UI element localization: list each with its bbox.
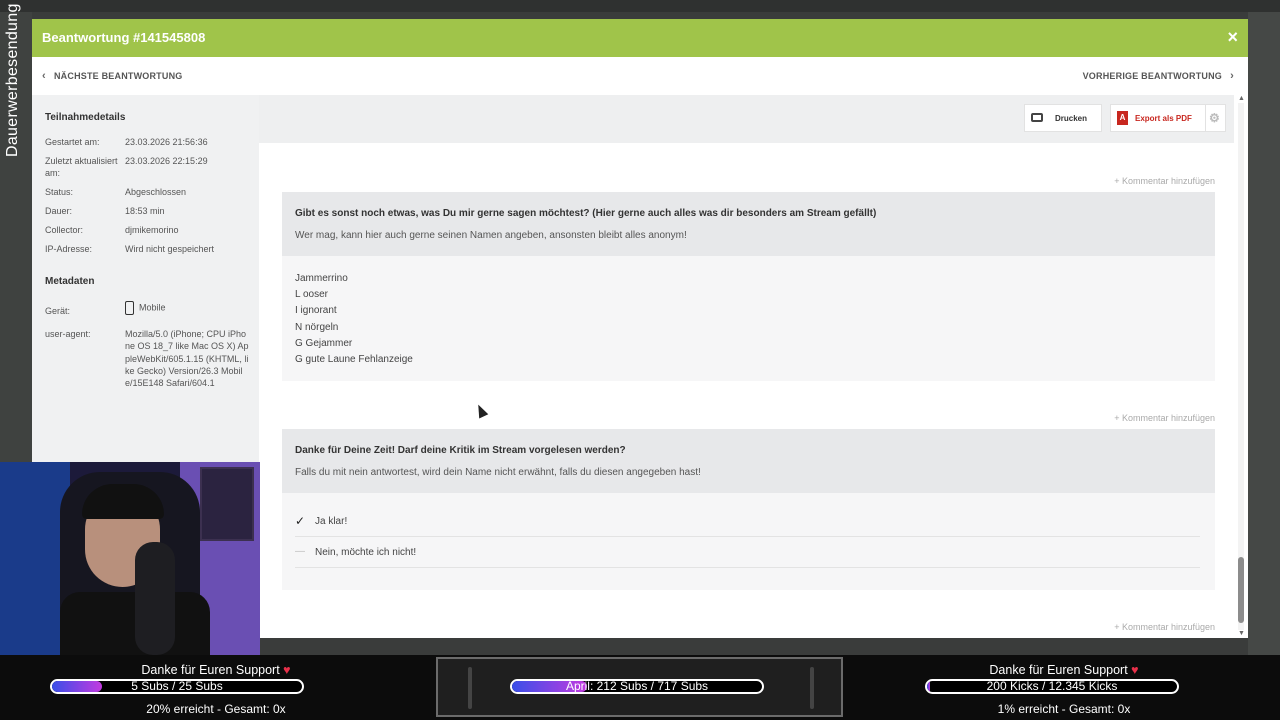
- answer-line: N nörgeln: [295, 322, 339, 333]
- duration-value: 18:53 min: [125, 206, 165, 216]
- support-title-right-text: Danke für Euren Support: [989, 663, 1128, 677]
- kicks-progress-footer: 1% erreicht - Gesamt: 0x: [997, 702, 1131, 716]
- answer-line: I ignorant: [295, 305, 337, 316]
- gear-icon: ⚙: [1209, 111, 1220, 125]
- metadata-heading: Metadaten: [45, 276, 95, 287]
- option-label-no: Nein, möchte ich nicht!: [315, 547, 417, 558]
- content-toolbar: Drucken A Export als PDF ⚙: [259, 95, 1234, 143]
- add-comment-link-1[interactable]: + Kommentar hinzufügen: [1114, 176, 1215, 186]
- support-goal-right: Danke für Euren Support ♥ 200 Kicks / 12…: [848, 655, 1280, 720]
- dauerwerbesendung-label: Dauerwerbesendung: [4, 3, 21, 157]
- export-settings-button[interactable]: ⚙: [1206, 104, 1226, 132]
- chevron-right-icon: ›: [1230, 70, 1234, 82]
- response-navigation: ‹ NÄCHSTE BEANTWORTUNG VORHERIGE BEANTWO…: [32, 57, 1248, 95]
- answer-box-2: ✓ Ja klar! — Nein, möchte ich nicht!: [282, 493, 1215, 590]
- updated-label: Zuletzt aktualisiert am:: [45, 156, 118, 178]
- webcam-person-cap: [82, 484, 164, 519]
- collector-value: djmikemorino: [125, 225, 179, 235]
- scroll-thumb[interactable]: [1238, 557, 1244, 623]
- background-topbar: [0, 0, 1280, 12]
- kicks-progress-text: 200 Kicks / 12.345 Kicks: [986, 679, 1118, 693]
- support-title-left-text: Danke für Euren Support: [141, 663, 280, 677]
- add-comment-link-3[interactable]: + Kommentar hinzufügen: [1114, 622, 1215, 632]
- background-right-strip: [1248, 12, 1280, 655]
- status-label: Status:: [45, 187, 74, 197]
- device-value-text: Mobile: [139, 302, 166, 313]
- monthly-progress-bar: April: 212 Subs / 717 Subs: [510, 679, 764, 694]
- scroll-up-icon[interactable]: ▲: [1238, 95, 1245, 102]
- response-content: Drucken A Export als PDF ⚙ + Kommentar h…: [259, 95, 1248, 638]
- answer-line: G Gejammer: [295, 338, 353, 349]
- ip-label: IP-Adresse:: [45, 244, 93, 254]
- subs-progress-bar: 5 Subs / 25 Subs: [50, 679, 304, 694]
- question-title-2: Danke für Deine Zeit! Darf deine Kritik …: [295, 445, 626, 456]
- answer-box-1: Jammerrino L ooser I ignorant N nörgeln …: [282, 256, 1215, 381]
- useragent-value: Mozilla/5.0 (iPhone; CPU iPhone OS 18_7 …: [125, 329, 249, 389]
- question-subtitle-1: Wer mag, kann hier auch gerne seinen Nam…: [295, 230, 687, 241]
- subs-progress-text: 5 Subs / 25 Subs: [131, 679, 223, 693]
- webcam-feed: [0, 462, 260, 655]
- support-goal-left: Danke für Euren Support ♥ 5 Subs / 25 Su…: [0, 655, 432, 720]
- status-value: Abgeschlossen: [125, 187, 187, 197]
- started-value: 23.03.2026 21:56:36: [125, 137, 208, 147]
- support-title-left: Danke für Euren Support ♥: [0, 663, 432, 677]
- previous-response-label: VORHERIGE BEANTWORTUNG: [1082, 71, 1223, 81]
- webcam-microphone: [135, 542, 175, 655]
- decor-stick-left: [468, 667, 472, 709]
- participation-heading: Teilnahmedetails: [45, 112, 126, 123]
- support-title-right: Danke für Euren Support ♥: [848, 663, 1280, 677]
- started-label: Gestartet am:: [45, 137, 100, 147]
- chevron-left-icon: ‹: [42, 70, 46, 82]
- useragent-label: user-agent:: [45, 329, 91, 339]
- content-scrollbar[interactable]: ▲ ▼: [1238, 95, 1245, 638]
- monthly-goal-panel: April: 212 Subs / 717 Subs: [436, 657, 843, 717]
- heart-icon: ♥: [283, 663, 291, 677]
- modal-title: Beantwortung #141545808: [42, 30, 206, 45]
- print-label: Drucken: [1055, 114, 1088, 123]
- print-button[interactable]: Drucken: [1024, 104, 1102, 132]
- question-header-1: Gibt es sonst noch etwas, was Du mir ger…: [282, 192, 1215, 256]
- add-comment-link-2[interactable]: + Kommentar hinzufügen: [1114, 413, 1215, 423]
- device-label: Gerät:: [45, 306, 71, 316]
- duration-label: Dauer:: [45, 206, 73, 216]
- answer-line: G gute Laune Fehlanzeige: [295, 354, 413, 365]
- answer-line: L ooser: [295, 289, 328, 300]
- scroll-down-icon[interactable]: ▼: [1238, 630, 1245, 637]
- mobile-phone-icon: [125, 301, 134, 315]
- kicks-progress-bar: 200 Kicks / 12.345 Kicks: [925, 679, 1179, 694]
- dash-icon: —: [295, 546, 305, 557]
- ip-value: Wird nicht gespeichert: [125, 244, 215, 254]
- question-title-1: Gibt es sonst noch etwas, was Du mir ger…: [295, 208, 877, 219]
- answer-option-no: — Nein, möchte ich nicht!: [295, 537, 1200, 568]
- stream-overlay: Danke für Euren Support ♥ 5 Subs / 25 Su…: [0, 655, 1280, 720]
- scroll-track[interactable]: [1238, 103, 1244, 630]
- question-subtitle-2: Falls du mit nein antwortest, wird dein …: [295, 467, 701, 478]
- webcam-wall-picture: [200, 467, 254, 541]
- answer-line: Jammerrino: [295, 273, 348, 284]
- pdf-icon: A: [1117, 111, 1128, 125]
- close-button[interactable]: ×: [1227, 28, 1238, 46]
- question-header-2: Danke für Deine Zeit! Darf deine Kritik …: [282, 429, 1215, 493]
- decor-stick-right: [810, 667, 814, 709]
- export-pdf-button[interactable]: A Export als PDF: [1110, 104, 1206, 132]
- modal-header: Beantwortung #141545808 ×: [32, 19, 1248, 57]
- option-label-yes: Ja klar!: [315, 516, 348, 527]
- previous-response-link[interactable]: VORHERIGE BEANTWORTUNG ›: [1083, 70, 1234, 82]
- next-response-label: NÄCHSTE BEANTWORTUNG: [53, 71, 183, 81]
- subs-progress-footer: 20% erreicht - Gesamt: 0x: [146, 702, 286, 716]
- collector-label: Collector:: [45, 225, 84, 235]
- device-value: Mobile: [125, 301, 250, 315]
- monthly-progress-text: April: 212 Subs / 717 Subs: [565, 679, 709, 693]
- checkmark-icon: ✓: [295, 514, 306, 528]
- next-response-link[interactable]: ‹ NÄCHSTE BEANTWORTUNG: [42, 70, 182, 82]
- printer-icon: [1031, 113, 1043, 122]
- updated-value: 23.03.2026 22:15:29: [125, 156, 208, 166]
- answer-option-yes: ✓ Ja klar!: [295, 506, 1200, 537]
- heart-icon: ♥: [1131, 663, 1139, 677]
- export-pdf-label: Export als PDF: [1135, 114, 1192, 123]
